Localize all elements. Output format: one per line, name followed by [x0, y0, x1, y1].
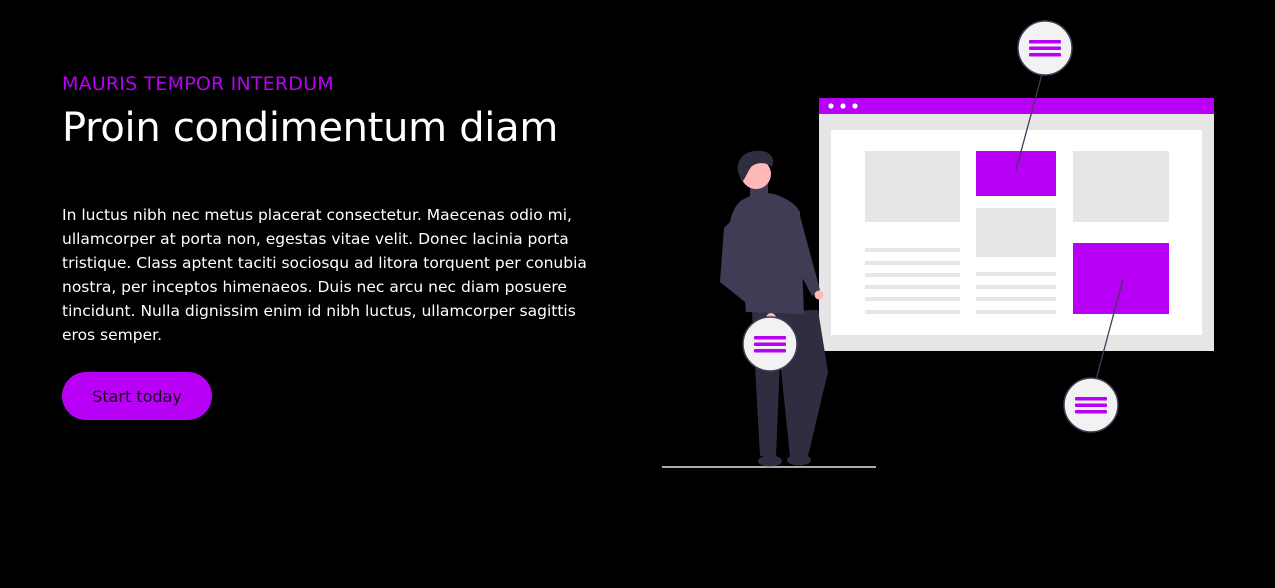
hero-eyebrow: MAURIS TEMPOR INTERDUM	[62, 73, 334, 95]
content-block-accent	[976, 151, 1056, 196]
content-block	[1073, 151, 1169, 222]
person-shoe	[758, 455, 782, 467]
menu-icon	[1017, 20, 1073, 76]
window-dot-icon	[852, 103, 858, 109]
content-block-accent	[1073, 243, 1169, 314]
person-figure	[720, 150, 828, 467]
hero-title: Proin condimentum diam	[62, 105, 558, 151]
person-hand	[766, 313, 776, 323]
menu-icon	[742, 316, 798, 372]
connector-line	[1015, 73, 1043, 171]
menu-icon	[1063, 377, 1119, 433]
browser-title-bar	[819, 98, 1214, 114]
text-lines-middle	[976, 272, 1056, 314]
hero-section: MAURIS TEMPOR INTERDUM Proin condimentum…	[0, 0, 1275, 588]
content-block	[865, 151, 960, 222]
start-today-button[interactable]: Start today	[62, 372, 212, 420]
person-arm	[788, 208, 820, 296]
person-shoe	[787, 454, 811, 466]
connector-line	[1095, 278, 1124, 381]
text-lines-left	[865, 248, 960, 314]
person-legs	[752, 310, 828, 456]
person-arm	[720, 226, 768, 314]
window-dot-icon	[840, 103, 846, 109]
person-neck	[750, 182, 768, 196]
hero-body: In luctus nibh nec metus placerat consec…	[62, 206, 587, 344]
person-hair	[737, 150, 774, 182]
browser-frame	[819, 98, 1214, 351]
browser-window	[819, 98, 1214, 351]
window-dot-icon	[828, 103, 834, 109]
browser-content-area	[831, 130, 1202, 335]
person-head	[741, 159, 771, 189]
person-torso	[720, 192, 804, 314]
hero-text-block: MAURIS TEMPOR INTERDUM Proin condimentum…	[62, 71, 622, 420]
content-block	[976, 208, 1056, 257]
person-hand	[814, 290, 824, 300]
